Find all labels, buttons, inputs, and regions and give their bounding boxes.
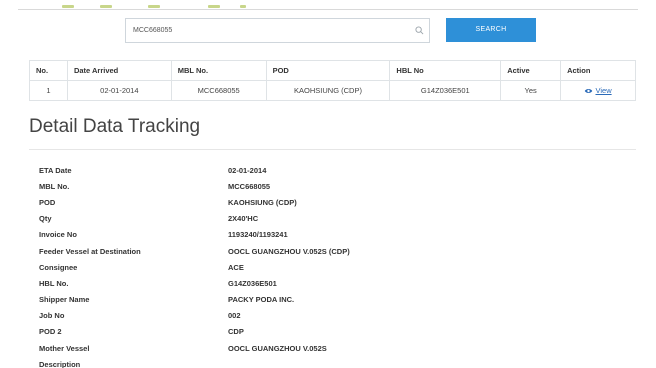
top-decoration	[148, 5, 160, 8]
detail-list: ETA Date 02-01-2014 MBL No. MCC668055 PO…	[39, 162, 599, 368]
column-header-hbl-no: HBL No	[389, 60, 502, 81]
detail-label: Description	[39, 359, 81, 368]
table-header-row: No. Date Arrived MBL No. POD HBL No Acti…	[29, 60, 636, 81]
detail-value: PACKY PODA INC.	[228, 295, 295, 305]
top-decoration	[62, 5, 74, 8]
search-icon[interactable]	[415, 26, 424, 35]
detail-label: Consignee	[39, 262, 78, 272]
cell-action: View	[560, 80, 636, 101]
detail-row-shipper-name: Shipper Name PACKY PODA INC.	[39, 292, 599, 308]
detail-title: Detail Data Tracking	[29, 116, 201, 137]
detail-label: ETA Date	[39, 165, 72, 175]
detail-row-eta-date: ETA Date 02-01-2014	[39, 162, 599, 178]
results-table: No. Date Arrived MBL No. POD HBL No Acti…	[29, 60, 636, 101]
column-header-no: No.	[29, 60, 68, 81]
search-button[interactable]: SEARCH	[446, 18, 536, 42]
detail-divider	[29, 149, 636, 150]
detail-label: POD	[39, 197, 56, 207]
detail-value: KAOHSIUNG (CDP)	[228, 197, 297, 207]
cell-hbl-no: G14Z036E501	[389, 80, 502, 101]
detail-row-feeder-vessel: Feeder Vessel at Destination OOCL GUANGZ…	[39, 243, 599, 259]
detail-label: MBL No.	[39, 181, 70, 191]
detail-value: CDP	[228, 327, 244, 337]
detail-value: MCC668055	[228, 181, 271, 191]
detail-value: OOCL GUANGZHOU V.052S	[228, 343, 327, 353]
cell-date-arrived: 02-01-2014	[66, 80, 172, 101]
detail-value: OOCL GUANGZHOU V.052S (CDP)	[228, 246, 350, 256]
eye-icon	[585, 89, 593, 93]
detail-row-invoice-no: Invoice No 1193240/1193241	[39, 227, 599, 243]
detail-row-mother-vessel: Mother Vessel OOCL GUANGZHOU V.052S	[39, 340, 599, 356]
detail-value: 02-01-2014	[228, 165, 267, 175]
detail-label: Invoice No	[39, 230, 77, 240]
top-decoration	[100, 5, 112, 8]
detail-row-consignee: Consignee ACE	[39, 259, 599, 275]
column-header-active: Active	[500, 60, 562, 81]
detail-value: 1193240/1193241	[228, 230, 288, 240]
detail-row-pod-2: POD 2 CDP	[39, 324, 599, 340]
detail-label: HBL No.	[39, 278, 69, 288]
detail-label: Feeder Vessel at Destination	[39, 246, 141, 256]
detail-row-qty: Qty 2X40'HC	[39, 211, 599, 227]
detail-value: ACE	[228, 262, 244, 272]
detail-value: G14Z036E501	[228, 278, 277, 288]
top-decoration	[208, 5, 220, 8]
column-header-action: Action	[560, 60, 636, 81]
cell-active: Yes	[500, 80, 562, 101]
detail-row-pod: POD KAOHSIUNG (CDP)	[39, 194, 599, 210]
detail-value: 2X40'HC	[228, 214, 259, 224]
view-link[interactable]: View	[584, 86, 612, 95]
view-link-label[interactable]: View	[595, 86, 611, 95]
table-row: 1 02-01-2014 MCC668055 KAOHSIUNG (CDP) G…	[29, 80, 636, 101]
detail-row-mbl-no: MBL No. MCC668055	[39, 178, 599, 194]
detail-label: Mother Vessel	[39, 343, 90, 353]
column-header-mbl-no: MBL No.	[170, 60, 267, 81]
column-header-pod: POD	[265, 60, 391, 81]
detail-row-hbl-no: HBL No. G14Z036E501	[39, 275, 599, 291]
top-decoration	[240, 5, 246, 8]
column-header-date-arrived: Date Arrived	[66, 60, 172, 81]
detail-label: Job No	[39, 311, 65, 321]
cell-pod: KAOHSIUNG (CDP)	[265, 80, 391, 101]
detail-label: Qty	[39, 214, 52, 224]
cell-no: 1	[29, 80, 68, 101]
search-input[interactable]	[125, 18, 430, 43]
top-cropped-strip	[0, 0, 656, 12]
detail-label: POD 2	[39, 327, 62, 337]
cell-mbl-no: MCC668055	[170, 80, 267, 101]
detail-row-job-no: Job No 002	[39, 308, 599, 324]
detail-row-description: Description	[39, 356, 599, 368]
detail-label: Shipper Name	[39, 295, 90, 305]
top-divider	[18, 9, 638, 10]
detail-value: 002	[228, 311, 241, 321]
